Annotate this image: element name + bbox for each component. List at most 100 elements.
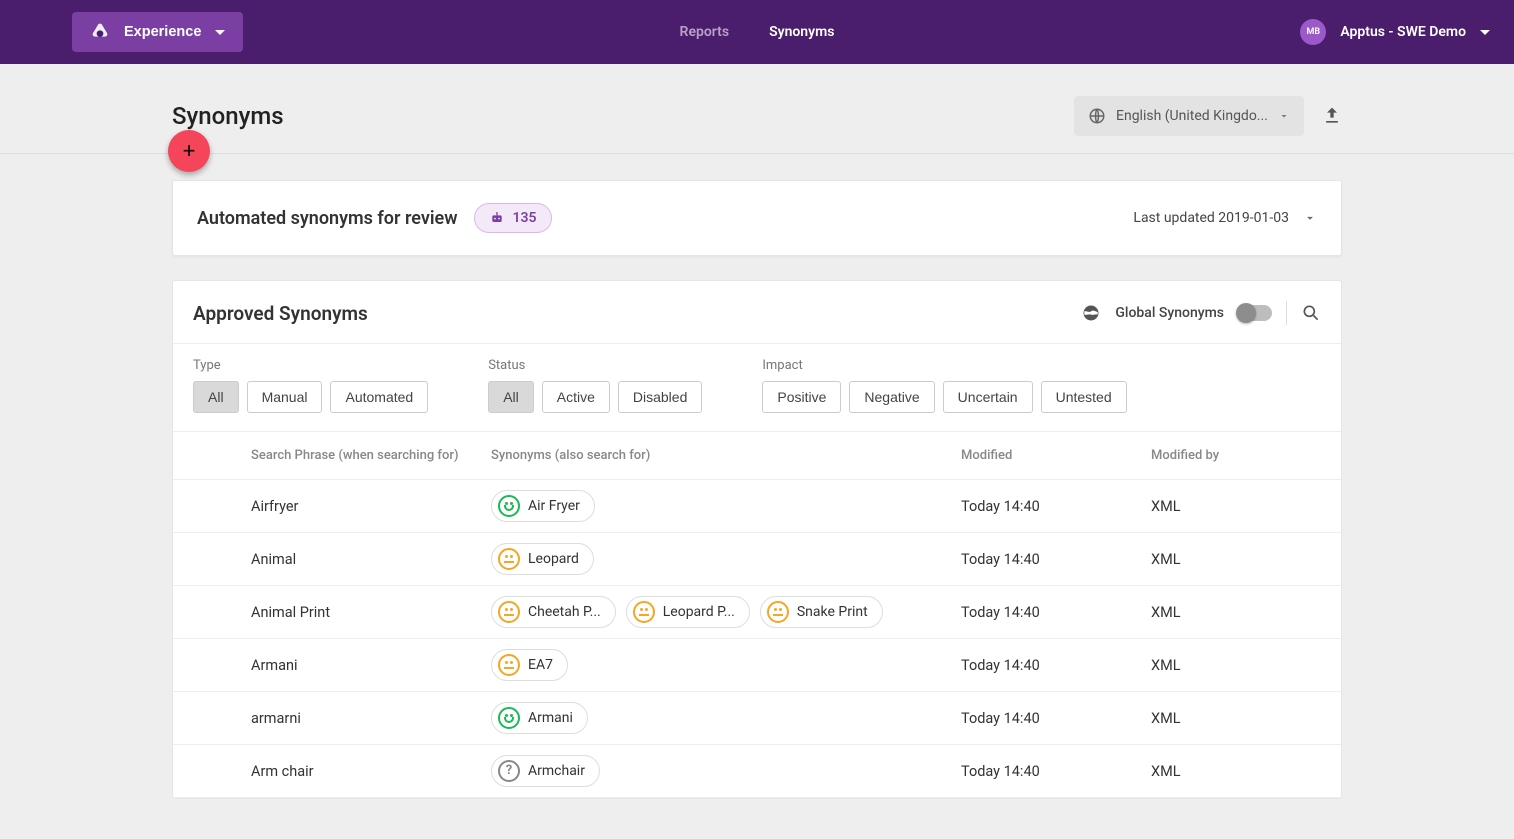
cell-synonyms: EA7 [483,639,953,692]
cell-modified: Today 14:40 [953,639,1143,692]
smile-icon [498,495,520,517]
filter-status-label: Status [488,358,702,373]
cell-modified: Today 14:40 [953,586,1143,639]
filter-type: Type AllManualAutomated [193,358,428,413]
cell-phrase: Airfryer [243,480,483,533]
neutral-icon [498,654,520,676]
filter-option[interactable]: Untested [1041,381,1127,413]
neutral-icon [633,601,655,623]
synonym-chip[interactable]: Snake Print [760,596,883,628]
nav-synonyms[interactable]: Synonyms [769,24,834,40]
chevron-down-icon [215,30,225,35]
neutral-icon [767,601,789,623]
synonym-chip-label: Cheetah P... [528,604,601,620]
synonym-chip-label: Armchair [528,763,585,779]
table-row[interactable]: Arm chair?Armchair Today 14:40XML [173,745,1341,798]
table-row[interactable]: AirfryerAir Fryer Today 14:40XML [173,480,1341,533]
approved-card: Approved Synonyms Global Synonyms Type A… [172,280,1342,799]
cell-synonyms: Cheetah P... Leopard P... Snake Print [483,586,953,639]
cell-modified: Today 14:40 [953,745,1143,798]
synonym-chip[interactable]: Air Fryer [491,490,595,522]
filter-impact: Impact PositiveNegativeUncertainUntested [762,358,1126,413]
cell-modified: Today 14:40 [953,480,1143,533]
filter-option[interactable]: Uncertain [943,381,1033,413]
nav-right: MB Apptus - SWE Demo [1300,19,1490,45]
smile-icon [498,707,520,729]
cell-modified-by: XML [1143,586,1341,639]
separator [1286,301,1287,325]
add-synonym-button[interactable]: + [168,130,210,172]
filter-option[interactable]: All [193,381,239,413]
cell-synonyms: Air Fryer [483,480,953,533]
table-row[interactable]: armarniArmaniToday 14:40XML [173,692,1341,745]
synonym-chip[interactable]: Leopard [491,543,594,575]
approved-title: Approved Synonyms [193,302,368,325]
filter-option[interactable]: Active [542,381,610,413]
cell-phrase: Animal [243,533,483,586]
cell-modified-by: XML [1143,480,1341,533]
page-header: Synonyms English (United Kingdo... [0,64,1514,154]
robot-icon [489,210,505,226]
review-count-badge[interactable]: 135 [474,203,552,233]
globe-icon [1088,107,1106,125]
filters: Type AllManualAutomated Status AllActive… [173,343,1341,431]
synonym-chip[interactable]: EA7 [491,649,568,681]
review-card: Automated synonyms for review 135 Last u… [172,180,1342,256]
filter-status: Status AllActiveDisabled [488,358,702,413]
cell-modified-by: XML [1143,533,1341,586]
synonym-chip-label: Armani [528,710,573,726]
synonym-chip-label: Snake Print [797,604,868,620]
synonym-chip[interactable]: ?Armchair [491,755,600,787]
language-select[interactable]: English (United Kingdo... [1074,96,1304,136]
cell-modified: Today 14:40 [953,692,1143,745]
filter-option[interactable]: Disabled [618,381,702,413]
col-modified-by: Modified by [1143,432,1341,480]
cell-phrase: armarni [243,692,483,745]
plus-icon: + [183,138,196,164]
topbar: Experience Reports Synonyms MB Apptus - … [0,0,1514,64]
table-row[interactable]: AnimalLeopardToday 14:40XML [173,533,1341,586]
filter-option[interactable]: Positive [762,381,841,413]
table-row[interactable]: ArmaniEA7Today 14:40XML [173,639,1341,692]
filter-option[interactable]: Negative [849,381,934,413]
chevron-down-icon [1278,110,1290,122]
filter-option[interactable]: Manual [247,381,323,413]
org-selector-label: Apptus - SWE Demo [1340,24,1466,40]
nav-reports[interactable]: Reports [680,24,730,40]
cell-synonyms: ?Armchair [483,745,953,798]
filter-type-label: Type [193,358,428,373]
review-updated: Last updated 2019-01-03 [1133,210,1289,226]
upload-button[interactable] [1322,106,1342,126]
cell-synonyms: Leopard [483,533,953,586]
cell-synonyms: Armani [483,692,953,745]
cell-phrase: Animal Print [243,586,483,639]
synonym-chip-label: Leopard [528,551,579,567]
synonym-chip[interactable]: Cheetah P... [491,596,616,628]
page-title: Synonyms [172,102,284,130]
synonym-chip-label: Leopard P... [663,604,735,620]
search-button[interactable] [1301,303,1321,323]
global-synonyms-toggle[interactable] [1238,305,1272,321]
experience-label: Experience [124,24,201,40]
filter-option[interactable]: All [488,381,534,413]
app-logo-icon [90,22,110,42]
cell-phrase: Arm chair [243,745,483,798]
neutral-icon [498,601,520,623]
cell-modified-by: XML [1143,745,1341,798]
chevron-down-icon[interactable] [1480,30,1490,35]
filter-option[interactable]: Automated [330,381,428,413]
chevron-down-icon[interactable] [1303,211,1317,225]
neutral-icon [498,548,520,570]
table-row[interactable]: Animal Print Cheetah P... Leopard P... Snak… [173,586,1341,639]
synonym-chip-label: EA7 [528,657,553,673]
synonym-chip[interactable]: Armani [491,702,588,734]
synonym-chip[interactable]: Leopard P... [626,596,750,628]
language-value: English (United Kingdo... [1116,108,1268,124]
review-count: 135 [513,210,537,226]
experience-dropdown[interactable]: Experience [72,12,243,52]
col-synonyms: Synonyms (also search for) [483,432,953,480]
avatar[interactable]: MB [1300,19,1326,45]
content: Automated synonyms for review 135 Last u… [172,154,1342,839]
synonyms-table: Search Phrase (when searching for) Synon… [173,431,1341,798]
review-title: Automated synonyms for review [197,208,458,229]
